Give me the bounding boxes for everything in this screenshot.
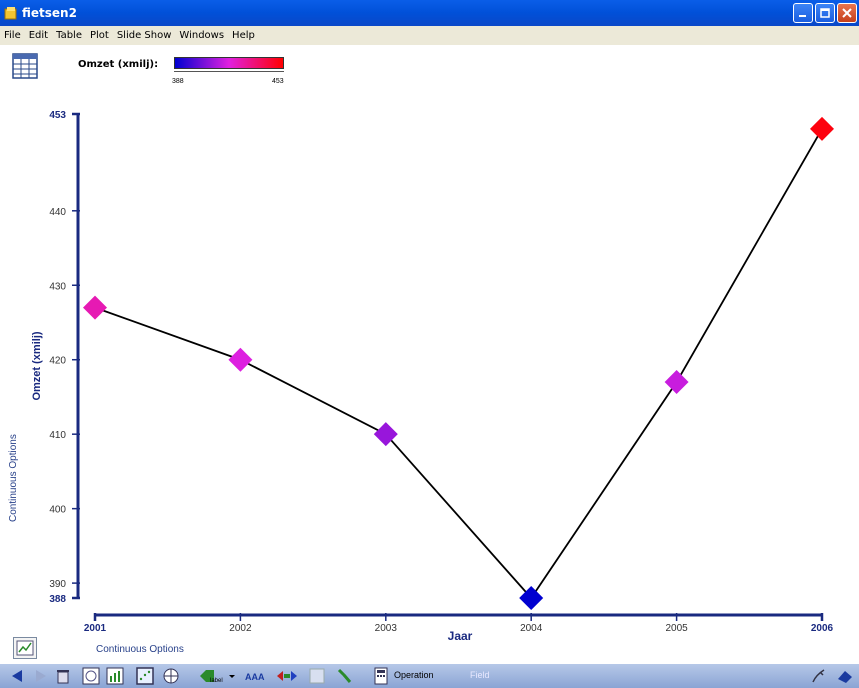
x-tick-label: 2002	[229, 623, 252, 634]
x-tick-label: 2001	[84, 623, 107, 634]
close-button[interactable]	[837, 3, 857, 23]
y-tick-label: 430	[49, 281, 66, 292]
minimize-icon	[799, 15, 806, 17]
legend-min: 388	[172, 78, 184, 85]
x-tick-label: 2006	[811, 623, 834, 634]
scatter-plot-icon[interactable]	[136, 667, 154, 685]
plot-area: 388 390 400 410 420 430 440 453 Omzet (xmilj) 200…	[0, 89, 859, 661]
y-tick-label: 440	[49, 207, 66, 218]
menu-plot[interactable]: Plot	[90, 30, 109, 41]
paint-icon[interactable]	[336, 667, 354, 685]
forward-arrow-icon[interactable]	[32, 667, 50, 685]
x-tick-label: 2004	[520, 623, 543, 634]
color-scale-gradient	[174, 57, 284, 69]
y-axis-title: Omzet (xmilj)	[31, 331, 43, 400]
bar-chart-icon[interactable]	[106, 667, 124, 685]
trash-icon[interactable]	[54, 667, 72, 685]
x-tick-label: 2003	[375, 623, 398, 634]
data-point-2001	[83, 295, 107, 320]
dropdown-arrow-icon[interactable]	[228, 667, 236, 685]
menu-slide-show[interactable]: Slide Show	[117, 30, 172, 41]
maximize-button[interactable]	[815, 3, 835, 23]
svg-text:AAA: AAA	[245, 672, 265, 682]
data-point-2002	[228, 347, 253, 372]
x-tick-label: 2005	[665, 623, 688, 634]
window-title: fietsen2	[22, 6, 77, 20]
table-icon[interactable]	[12, 53, 38, 79]
y-tick-label: 453	[49, 110, 66, 121]
y-tick-label: 410	[49, 430, 66, 441]
back-arrow-icon[interactable]	[8, 667, 26, 685]
series-line	[94, 128, 823, 600]
pie-chart-icon[interactable]	[162, 667, 180, 685]
y-tick-label: 388	[49, 594, 66, 605]
y-tick-label: 400	[49, 505, 66, 516]
line-chart: 388 390 400 410 420 430 440 453 Omzet (xmilj) 200…	[31, 110, 834, 643]
label-tag-text: label	[210, 678, 223, 684]
data-point-2005	[664, 370, 689, 395]
minimize-button[interactable]	[793, 3, 813, 23]
map-icon[interactable]	[82, 667, 100, 685]
y-tick-label: 390	[49, 579, 66, 590]
font-size-icon[interactable]: AAA	[244, 667, 268, 685]
app-icon	[4, 7, 17, 20]
maximize-icon	[820, 8, 830, 18]
brush-icon[interactable]	[810, 667, 828, 685]
chart-options-button[interactable]	[13, 637, 37, 659]
field-label[interactable]: Field	[470, 670, 490, 680]
data-point-2006	[810, 116, 834, 141]
y-tick-label: 420	[49, 356, 66, 367]
continuous-options-bottom[interactable]: Continuous Options	[96, 644, 184, 655]
title-bar: fietsen2	[0, 0, 859, 26]
continuous-options-side[interactable]: Continuous Options	[8, 432, 22, 522]
operation-label[interactable]: Operation	[394, 670, 434, 680]
menu-edit[interactable]: Edit	[29, 30, 48, 41]
menu-table[interactable]: Table	[56, 30, 82, 41]
close-icon	[842, 8, 852, 18]
legend-label: Omzet (xmilj):	[78, 59, 159, 70]
menu-windows[interactable]: Windows	[179, 30, 224, 41]
calculator-icon[interactable]	[372, 667, 390, 685]
bottom-toolbar: label AAA Operation Field	[0, 664, 859, 688]
x-axis-title: Jaar	[448, 629, 473, 643]
color-arrows-icon[interactable]	[276, 667, 298, 685]
blank-box-icon[interactable]	[308, 667, 326, 685]
legend-bar: Omzet (xmilj): 388 453	[0, 45, 859, 89]
line-chart-icon	[16, 640, 34, 656]
legend-max: 453	[272, 78, 284, 85]
eraser-icon[interactable]	[836, 667, 854, 685]
menu-help[interactable]: Help	[232, 30, 255, 41]
color-scale-axis	[174, 71, 284, 72]
menu-bar: File Edit Table Plot Slide Show Windows …	[0, 26, 859, 45]
menu-file[interactable]: File	[4, 30, 21, 41]
